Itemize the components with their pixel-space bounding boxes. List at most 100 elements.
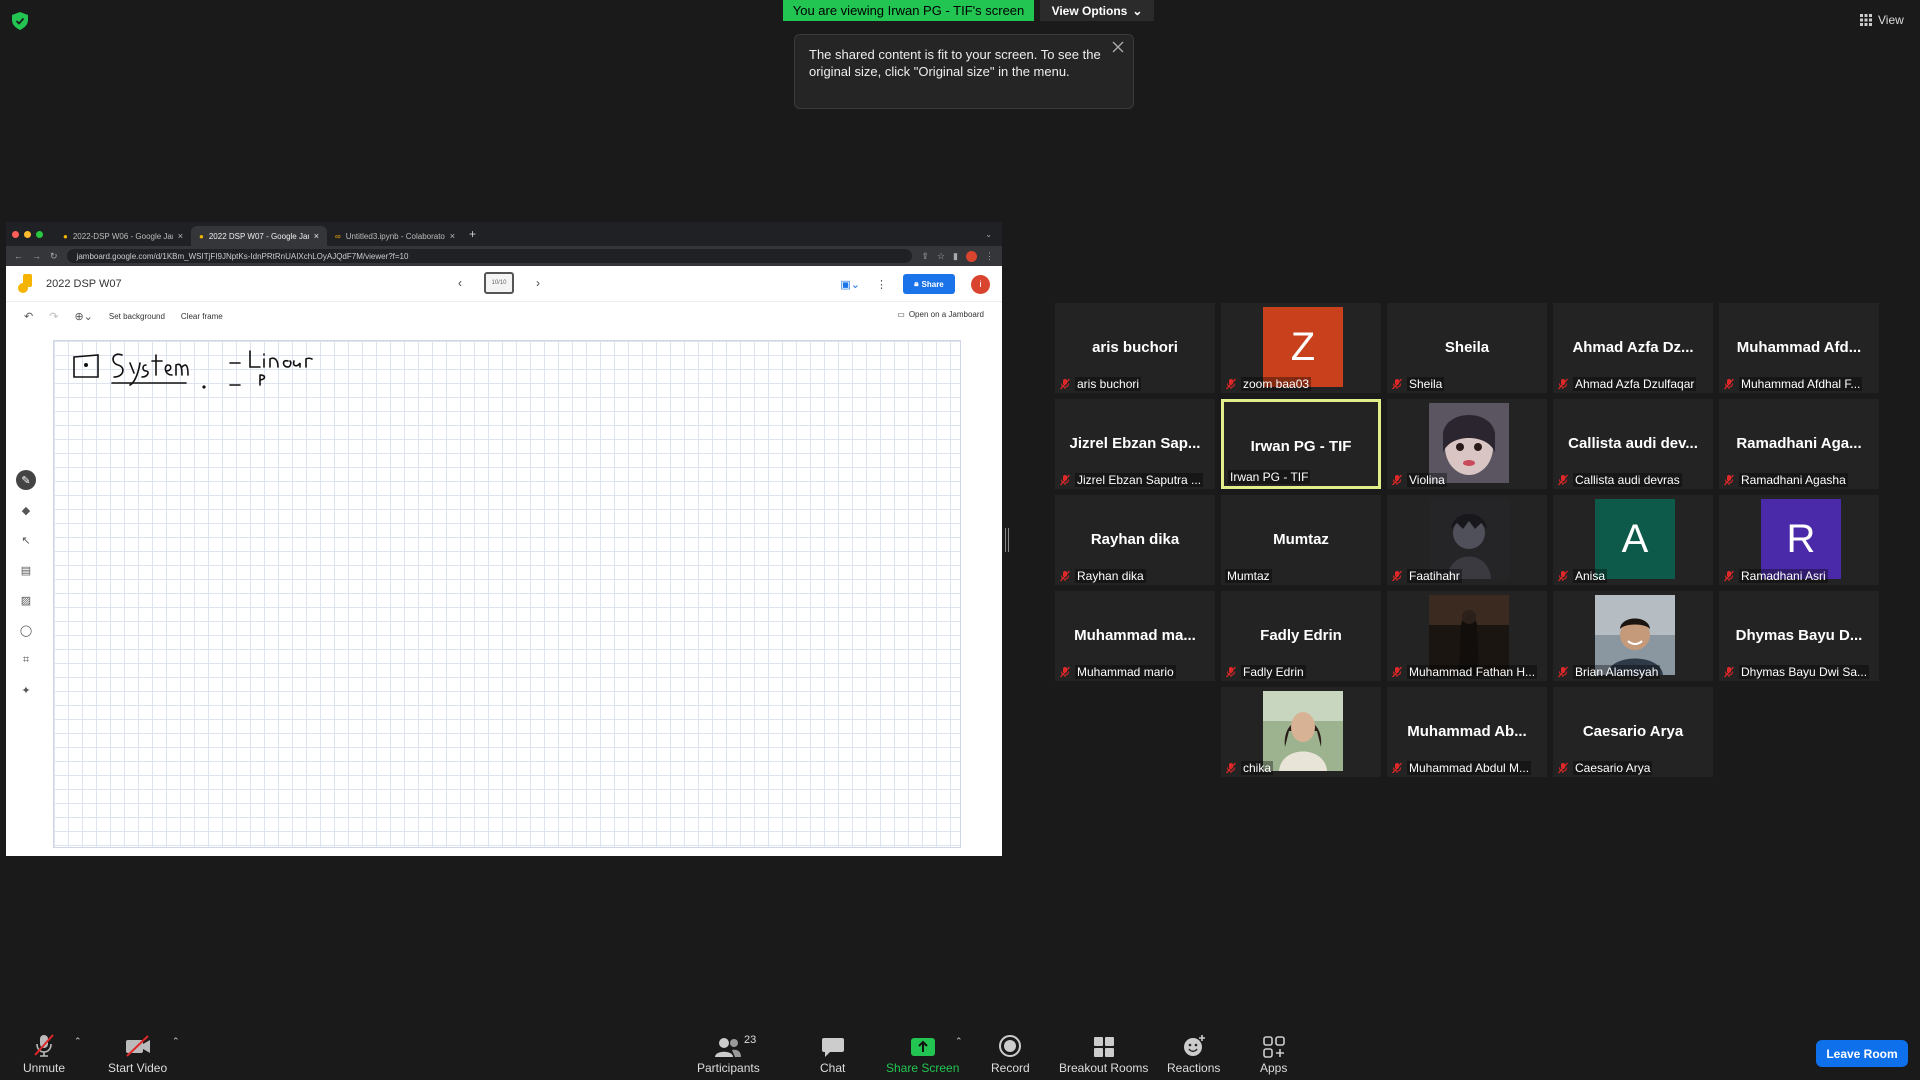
participant-tile[interactable]: R Ramadhani Asri [1719, 495, 1879, 585]
reactions-button[interactable]: Reactions [1167, 1032, 1220, 1075]
mic-muted-icon [1226, 666, 1236, 678]
clear-frame-button[interactable]: Clear frame [181, 312, 223, 321]
pen-icon[interactable]: ✎ [16, 470, 36, 490]
participant-tile[interactable]: chika [1221, 687, 1381, 777]
star-icon[interactable]: ☆ [937, 251, 945, 262]
unmute-button[interactable]: Unmute [23, 1032, 65, 1075]
participant-name: Muhammad mario [1075, 665, 1176, 679]
drawing-tools: ✎ ◆ ↖ ▤ ▨ ◯ ⌗ ✦ [16, 470, 36, 700]
breakout-rooms-button[interactable]: Breakout Rooms [1059, 1032, 1148, 1075]
participant-tile[interactable]: Jizrel Ebzan Sap... Jizrel Ebzan Saputra … [1055, 399, 1215, 489]
participant-tile[interactable]: Brian Alamsyah [1553, 591, 1713, 681]
participant-display-name: Fadly Edrin [1260, 627, 1342, 644]
participant-tile[interactable]: Muhammad Afd... Muhammad Afdhal F... [1719, 303, 1879, 393]
browser-tab[interactable]: ∞ Untitled3.ipynb - Colaboratory × [327, 226, 463, 246]
record-button[interactable]: Record [991, 1032, 1030, 1075]
shield-icon[interactable] [12, 12, 28, 30]
image-icon[interactable]: ▨ [16, 590, 36, 610]
eraser-icon[interactable]: ◆ [16, 500, 36, 520]
back-icon[interactable]: ← [14, 251, 23, 261]
lock-icon: 🔒︎ [914, 279, 919, 288]
zoom-icon[interactable]: ⊕⌄ [74, 310, 92, 323]
mic-muted-icon [1392, 570, 1402, 582]
participant-tile[interactable]: Dhymas Bayu D... Dhymas Bayu Dwi Sa... [1719, 591, 1879, 681]
chevron-up-icon[interactable]: ⌃ [74, 1036, 82, 1047]
participant-tile[interactable]: Irwan PG - TIF Irwan PG - TIF [1221, 399, 1381, 489]
participant-tile[interactable]: Muhammad Fathan H... [1387, 591, 1547, 681]
participant-tile[interactable]: Violina [1387, 399, 1547, 489]
participant-video [1429, 499, 1509, 579]
minimize-window-dot[interactable] [24, 230, 31, 238]
participant-name: Brian Alamsyah [1573, 665, 1661, 679]
view-button[interactable]: View [1860, 10, 1904, 30]
mic-muted-icon [1226, 762, 1236, 774]
address-bar[interactable]: jamboard.google.com/d/1KBm_WSITjFI9JNptK… [66, 249, 913, 263]
jam-canvas[interactable] [53, 340, 961, 848]
participant-tile[interactable]: Rayhan dika Rayhan dika [1055, 495, 1215, 585]
open-on-jamboard-button[interactable]: ▭ Open on a Jamboard [897, 310, 984, 319]
browser-tab[interactable]: ● 2022-DSP W06 - Google Jam × [55, 226, 191, 246]
more-icon[interactable]: ⋮ [876, 278, 887, 291]
participant-tile[interactable]: A Anisa [1553, 495, 1713, 585]
present-icon[interactable]: ▣⌄ [840, 278, 860, 291]
more-icon[interactable]: ⋮ [985, 251, 994, 262]
close-icon[interactable]: × [178, 231, 183, 241]
participant-tile[interactable]: Zzoom baa03 [1221, 303, 1381, 393]
prev-frame-icon[interactable]: ‹ [458, 276, 462, 290]
sticky-note-icon[interactable]: ▤ [16, 560, 36, 580]
participant-name: Callista audi devras [1573, 473, 1682, 487]
set-background-button[interactable]: Set background [109, 312, 165, 321]
view-options-button[interactable]: View Options ⌄ [1040, 0, 1154, 21]
close-icon[interactable]: × [314, 231, 319, 241]
participant-tile[interactable]: Callista audi dev... Callista audi devras [1553, 399, 1713, 489]
mic-muted-icon [1060, 666, 1070, 678]
start-video-button[interactable]: Start Video [108, 1032, 167, 1075]
share-page-icon[interactable]: ⇪ [921, 251, 929, 262]
close-icon[interactable] [1111, 40, 1125, 54]
apps-button[interactable]: Apps [1260, 1032, 1287, 1075]
frame-thumbnail[interactable]: 10/10 [484, 272, 514, 294]
laser-icon[interactable]: ✦ [16, 680, 36, 700]
sidebar-icon[interactable]: ▮ [953, 251, 958, 262]
reload-icon[interactable]: ↻ [50, 251, 58, 262]
chevron-down-icon[interactable]: ⌄ [985, 230, 992, 239]
meeting-toolbar: Unmute ⌃ Start Video ⌃ Participants 23 C… [0, 1020, 1920, 1080]
user-avatar[interactable]: i [971, 274, 990, 294]
browser-tab-active[interactable]: ● 2022 DSP W07 - Google Jam × [191, 226, 327, 246]
participant-tile[interactable]: Mumtaz Mumtaz [1221, 495, 1381, 585]
participant-tile[interactable]: Ramadhani Aga... Ramadhani Agasha [1719, 399, 1879, 489]
browser-tab-label: 2022-DSP W06 - Google Jam [72, 231, 173, 241]
circle-icon[interactable]: ◯ [16, 620, 36, 640]
participant-tile[interactable]: Sheila Sheila [1387, 303, 1547, 393]
chat-label: Chat [820, 1061, 846, 1075]
participant-name-label: Faatihahr [1391, 569, 1543, 583]
participant-tile[interactable]: Caesario Arya Caesario Arya [1553, 687, 1713, 777]
close-window-dot[interactable] [12, 230, 19, 238]
participant-tile[interactable]: aris buchori aris buchori [1055, 303, 1215, 393]
profile-avatar[interactable] [966, 250, 977, 262]
select-icon[interactable]: ↖ [16, 530, 36, 550]
forward-icon[interactable]: → [32, 251, 41, 261]
maximize-window-dot[interactable] [36, 230, 43, 238]
participant-tile[interactable]: Muhammad Ab... Muhammad Abdul M... [1387, 687, 1547, 777]
share-button[interactable]: 🔒︎ Share [903, 274, 955, 294]
participant-tile[interactable]: Faatihahr [1387, 495, 1547, 585]
next-frame-icon[interactable]: › [536, 276, 540, 290]
participant-display-name: Muhammad ma... [1074, 627, 1196, 644]
record-icon [999, 1035, 1022, 1057]
chevron-up-icon[interactable]: ⌃ [172, 1036, 180, 1047]
participant-tile[interactable]: Muhammad ma... Muhammad mario [1055, 591, 1215, 681]
new-tab-button[interactable]: + [469, 227, 476, 241]
chat-button[interactable]: Chat [820, 1032, 845, 1075]
undo-icon[interactable]: ↶ [24, 310, 33, 323]
redo-icon[interactable]: ↷ [49, 310, 58, 323]
participant-video [1263, 691, 1343, 771]
leave-room-button[interactable]: Leave Room [1816, 1040, 1908, 1067]
chevron-up-icon[interactable]: ⌃ [955, 1036, 963, 1047]
splitter-handle[interactable] [1005, 528, 1009, 552]
share-screen-button[interactable]: Share Screen [886, 1032, 959, 1075]
text-box-icon[interactable]: ⌗ [16, 650, 36, 670]
close-icon[interactable]: × [450, 231, 455, 241]
participant-tile[interactable]: Ahmad Azfa Dz... Ahmad Azfa Dzulfaqar [1553, 303, 1713, 393]
participant-tile[interactable]: Fadly Edrin Fadly Edrin [1221, 591, 1381, 681]
